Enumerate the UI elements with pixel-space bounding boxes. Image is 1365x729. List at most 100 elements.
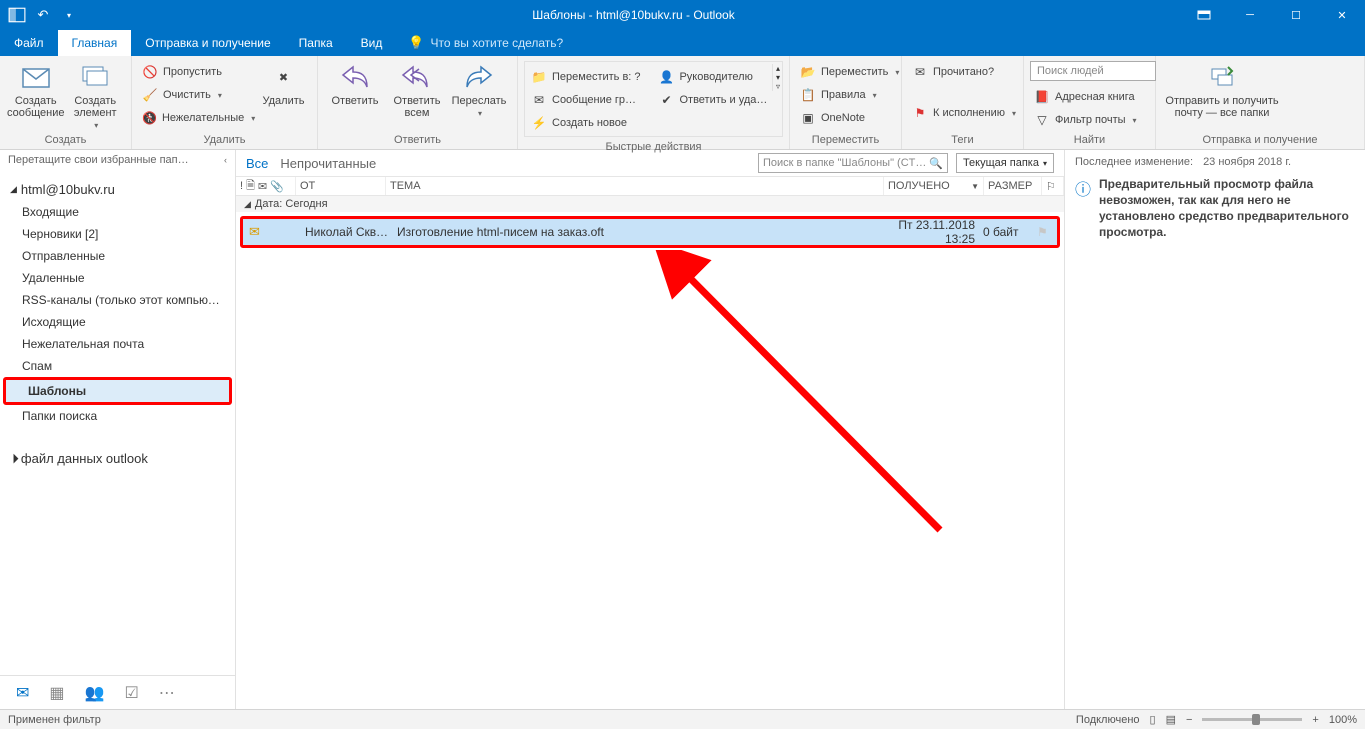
quickstep-replydel[interactable]: ✔Ответить и уда… (654, 89, 772, 111)
message-size: 0 байт (983, 225, 1029, 239)
folder-templates[interactable]: Шаблоны (6, 380, 229, 402)
status-bar: Применен фильтр Подключено ▯ ▤ − + 100% (0, 709, 1365, 729)
folder-junk[interactable]: Нежелательная почта (0, 333, 235, 355)
col-icons[interactable]: !🗎✉📎 (236, 177, 296, 195)
col-received[interactable]: ПОЛУЧЕНО▼ (884, 177, 984, 195)
zoom-level: 100% (1329, 714, 1357, 726)
nav-calendar-icon[interactable]: ▦ (49, 683, 64, 703)
search-scope-dropdown[interactable]: Текущая папка▾ (956, 153, 1054, 173)
nav-people-icon[interactable]: 👥 (85, 683, 105, 703)
zoom-slider[interactable] (1202, 718, 1302, 721)
folder-spam[interactable]: Спам (0, 355, 235, 377)
view-reading-icon[interactable]: ▤ (1166, 713, 1176, 726)
onenote-button[interactable]: ▣OneNote (796, 107, 903, 129)
message-from: Николай Скво… (305, 225, 389, 239)
ribbon: Создать сообщение Создать элемент Создат… (0, 56, 1365, 150)
quicksteps-down-icon[interactable]: ▾ (776, 73, 780, 82)
search-icon: 🔍 (929, 157, 943, 170)
filter-unread[interactable]: Непрочитанные (280, 156, 376, 171)
message-row[interactable]: ✉ Николай Скво… Изготовление html-писем … (243, 219, 1057, 245)
maximize-button[interactable]: ☐ (1273, 0, 1319, 30)
qat-dropdown-icon[interactable]: ▾ (60, 6, 78, 24)
ribbon-options-icon[interactable] (1181, 0, 1227, 30)
group-move-label: Переместить (796, 134, 895, 149)
message-flag-icon[interactable]: ⚑ (1037, 225, 1051, 239)
folder-drafts[interactable]: Черновики [2] (0, 223, 235, 245)
tab-folder[interactable]: Папка (285, 30, 347, 56)
minimize-button[interactable]: ─ (1227, 0, 1273, 30)
search-people-input[interactable]: Поиск людей (1030, 61, 1156, 81)
zoom-in-icon[interactable]: + (1312, 714, 1318, 726)
tell-me[interactable]: 💡Что вы хотите сделать? (396, 30, 563, 56)
quicksteps-up-icon[interactable]: ▴ (776, 64, 780, 73)
folder-inbox[interactable]: Входящие (0, 201, 235, 223)
filter-mail-button[interactable]: ▽Фильтр почты (1030, 109, 1156, 131)
move-icon: 📂 (800, 64, 816, 80)
quicksteps-expand-icon[interactable]: ▿ (776, 82, 780, 91)
reply-all-button[interactable]: Ответить всем (386, 59, 448, 119)
quickstep-new[interactable]: ⚡Создать новое (527, 112, 654, 134)
window-title: Шаблоны - html@10bukv.ru - Outlook (86, 8, 1181, 22)
new-email-icon (20, 61, 52, 93)
tab-home[interactable]: Главная (58, 30, 132, 56)
address-book-button[interactable]: 📕Адресная книга (1030, 86, 1156, 108)
zoom-out-icon[interactable]: − (1186, 714, 1192, 726)
nav-mail-icon[interactable]: ✉ (16, 683, 29, 703)
group-respond-label: Ответить (324, 134, 511, 149)
read-unread-button[interactable]: ✉Прочитано? (908, 61, 1020, 83)
move-button[interactable]: 📂Переместить (796, 61, 903, 83)
favorites-header[interactable]: Перетащите свои избранные пап…‹ (0, 150, 235, 170)
account2-header[interactable]: ◢файл данных outlook (0, 447, 235, 470)
status-filter: Применен фильтр (8, 714, 101, 726)
message-received: Пт 23.11.2018 13:25 (867, 218, 975, 246)
reply-icon (339, 61, 371, 93)
group-sendreceive-label: Отправка и получение (1162, 134, 1358, 149)
ignore-button[interactable]: 🚫Пропустить (138, 61, 256, 83)
lightning-icon: ⚡ (531, 115, 547, 131)
cleanup-button[interactable]: 🧹Очистить (138, 84, 256, 106)
onenote-icon: ▣ (800, 110, 816, 126)
app-icon (8, 6, 26, 24)
send-receive-all-button[interactable]: Отправить и получить почту — все папки (1162, 59, 1282, 119)
new-items-button[interactable]: Создать элемент (66, 59, 126, 130)
new-email-button[interactable]: Создать сообщение (6, 59, 66, 119)
followup-button[interactable]: ⚑К исполнению (908, 102, 1020, 124)
folder-deleted[interactable]: Удаленные (0, 267, 235, 289)
group-header-today[interactable]: ◢Дата: Сегодня (236, 196, 1064, 212)
col-from[interactable]: ОТ (296, 177, 386, 195)
forward-button[interactable]: Переслать (448, 59, 510, 118)
rules-button[interactable]: 📋Правила (796, 84, 903, 106)
folder-search[interactable]: Папки поиска (0, 405, 235, 427)
col-flag[interactable]: ⚐ (1042, 177, 1064, 195)
title-bar: ↶ ▾ Шаблоны - html@10bukv.ru - Outlook ─… (0, 0, 1365, 30)
chevron-left-icon[interactable]: ‹ (224, 155, 227, 165)
quickstep-manager[interactable]: 👤Руководителю (654, 66, 772, 88)
delete-button[interactable]: ✖ Удалить (256, 59, 311, 107)
junk-button[interactable]: 🚷Нежелательные (138, 107, 256, 129)
nav-more-icon[interactable]: ⋯ (159, 683, 175, 703)
tab-send-receive[interactable]: Отправка и получение (131, 30, 284, 56)
nav-tasks-icon[interactable]: ☑ (124, 683, 138, 703)
account-header[interactable]: ◢html@10bukv.ru (0, 178, 235, 201)
col-size[interactable]: РАЗМЕР (984, 177, 1042, 195)
info-icon: ⓘ (1075, 176, 1091, 240)
filter-all[interactable]: Все (246, 156, 268, 171)
quickstep-team[interactable]: ✉Сообщение гр… (527, 89, 654, 111)
reply-button[interactable]: Ответить (324, 59, 386, 107)
preview-message: Предварительный просмотр файла невозможе… (1099, 176, 1355, 240)
folder-outbox[interactable]: Исходящие (0, 311, 235, 333)
close-button[interactable]: ✕ (1319, 0, 1365, 30)
search-folder-input[interactable]: Поиск в папке "Шаблоны" (CT…🔍 (758, 153, 948, 173)
tab-view[interactable]: Вид (347, 30, 397, 56)
col-subject[interactable]: ТЕМА (386, 177, 884, 195)
expand-icon: ◢ (10, 184, 17, 195)
preview-meta-label: Последнее изменение: (1075, 156, 1193, 168)
flag-icon: ⚑ (912, 105, 928, 121)
folder-rss[interactable]: RSS-каналы (только этот компьют… (0, 289, 235, 311)
view-normal-icon[interactable]: ▯ (1150, 713, 1156, 726)
tab-file[interactable]: Файл (0, 30, 58, 56)
undo-icon[interactable]: ↶ (34, 6, 52, 24)
quickstep-moveto[interactable]: 📁Переместить в: ? (527, 66, 654, 88)
folder-sent[interactable]: Отправленные (0, 245, 235, 267)
menu-bar: Файл Главная Отправка и получение Папка … (0, 30, 1365, 56)
